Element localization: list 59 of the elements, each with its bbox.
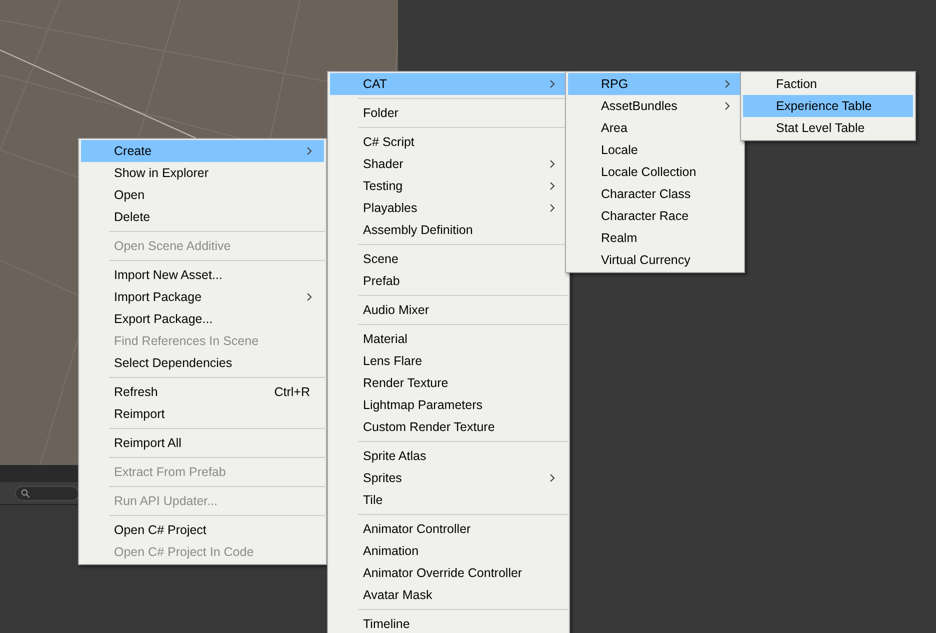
menu-item[interactable]: Lens Flare — [330, 350, 567, 372]
menu-item[interactable]: Material — [330, 328, 567, 350]
shortcut-text: Ctrl+R — [274, 385, 310, 399]
menu-item[interactable]: Custom Render Texture — [330, 416, 567, 438]
menu-item[interactable]: Virtual Currency — [568, 249, 742, 271]
menu-item[interactable]: RPG — [568, 73, 742, 95]
search-icon — [21, 488, 30, 498]
menu-item[interactable]: Create — [81, 140, 324, 162]
menu-item[interactable]: Reimport All — [81, 432, 324, 454]
menu-item[interactable]: Character Class — [568, 183, 742, 205]
menu-item[interactable]: C# Script — [330, 131, 567, 153]
menu-item[interactable]: Faction — [743, 73, 913, 95]
menu-item[interactable]: Sprites — [330, 467, 567, 489]
menu-item[interactable]: Open — [81, 184, 324, 206]
menu-item[interactable]: Character Race — [568, 205, 742, 227]
chevron-icon — [550, 160, 555, 168]
menu-item[interactable]: Assembly Definition — [330, 219, 567, 241]
chevron-icon — [550, 474, 555, 482]
chevron-icon — [550, 182, 555, 190]
menu-item[interactable]: Select Dependencies — [81, 352, 324, 374]
menu-item[interactable]: Folder — [330, 102, 567, 124]
menu-item[interactable]: Playables — [330, 197, 567, 219]
menu-item[interactable]: Sprite Atlas — [330, 445, 567, 467]
menu-item[interactable]: Animator Controller — [330, 518, 567, 540]
menu-item[interactable]: Shader — [330, 153, 567, 175]
menu-item[interactable]: Export Package... — [81, 308, 324, 330]
menu-item[interactable]: Audio Mixer — [330, 299, 567, 321]
menu-item[interactable]: Tile — [330, 489, 567, 511]
menu-item[interactable]: Locale — [568, 139, 742, 161]
menu-item[interactable]: Import Package — [81, 286, 324, 308]
search-field[interactable] — [15, 486, 79, 500]
chevron-icon — [550, 204, 555, 212]
menu-item[interactable]: Avatar Mask — [330, 584, 567, 606]
menu-item[interactable]: Stat Level Table — [743, 117, 913, 139]
menu-item[interactable]: Reimport — [81, 403, 324, 425]
menu-item[interactable]: Realm — [568, 227, 742, 249]
menu-item[interactable]: Timeline — [330, 613, 567, 633]
menu-item[interactable]: Refresh Ctrl+R — [81, 381, 324, 403]
menu-item[interactable]: Lightmap Parameters — [330, 394, 567, 416]
menu-item[interactable]: Experience Table — [743, 95, 913, 117]
menu-item[interactable]: Locale Collection — [568, 161, 742, 183]
menu-item[interactable]: Animator Override Controller — [330, 562, 567, 584]
menu-item[interactable]: Render Texture — [330, 372, 567, 394]
menu-item[interactable]: Area — [568, 117, 742, 139]
menu-item[interactable]: Scene — [330, 248, 567, 270]
menu-item[interactable]: AssetBundles — [568, 95, 742, 117]
menu-item[interactable]: Testing — [330, 175, 567, 197]
menu-item[interactable]: Prefab — [330, 270, 567, 292]
menu-item[interactable]: Open C# Project — [81, 519, 324, 541]
menu-item[interactable]: Delete — [81, 206, 324, 228]
menu-item[interactable]: Show in Explorer — [81, 162, 324, 184]
chevron-icon — [307, 147, 312, 155]
menu-item[interactable]: Animation — [330, 540, 567, 562]
menu-item[interactable]: CAT — [330, 73, 567, 95]
chevron-icon — [725, 102, 730, 110]
menu-item[interactable]: Import New Asset... — [81, 264, 324, 286]
chevron-icon — [550, 80, 555, 88]
chevron-icon — [725, 80, 730, 88]
chevron-icon — [307, 293, 312, 301]
